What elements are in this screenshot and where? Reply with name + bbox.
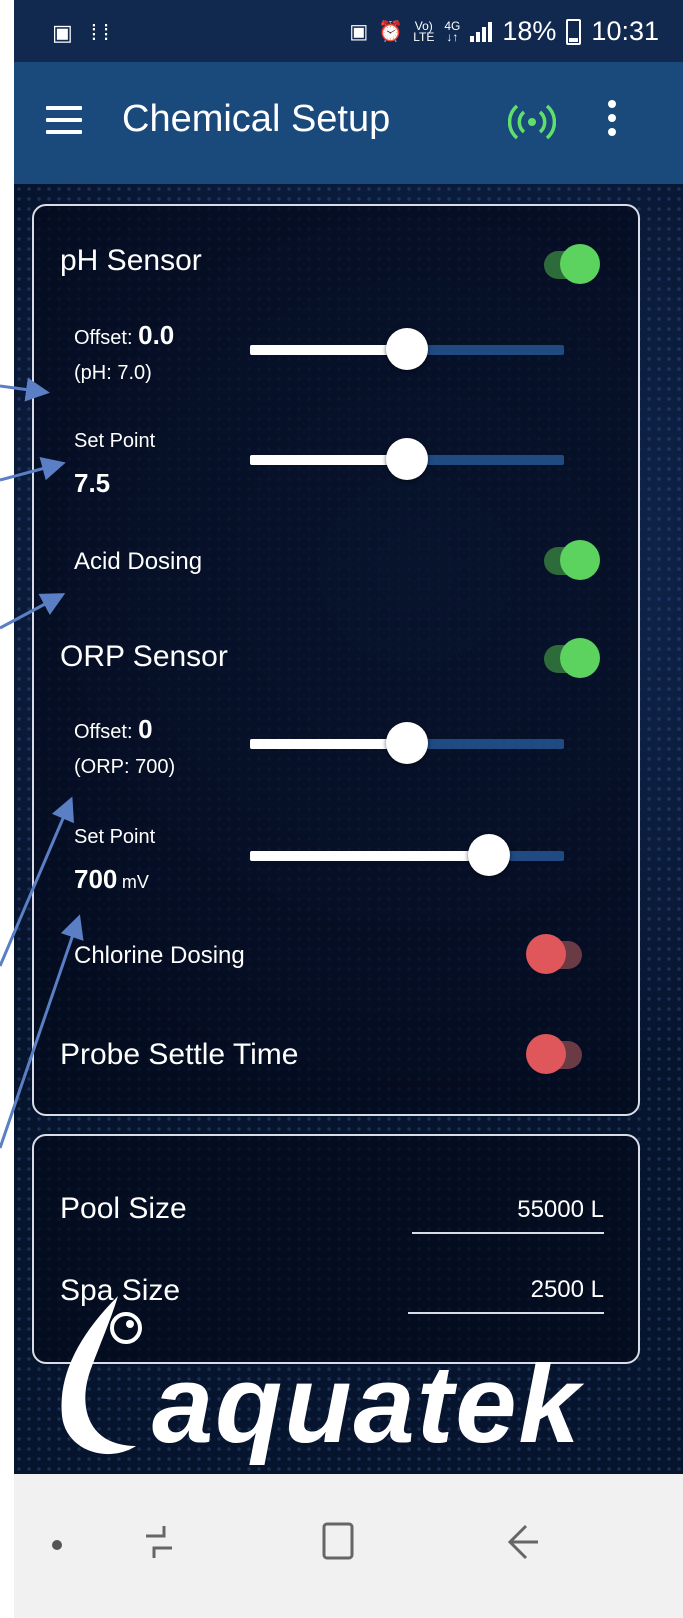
- orp-setpoint-value-group: 700 mV: [74, 864, 149, 895]
- orp-offset-sub: (ORP: 700): [74, 756, 176, 778]
- signal-icon: [470, 21, 493, 42]
- back-icon[interactable]: [502, 1522, 542, 1562]
- ph-offset-slider[interactable]: [250, 328, 564, 372]
- slider-thumb[interactable]: [386, 328, 428, 370]
- ph-sensor-toggle[interactable]: [540, 244, 600, 286]
- orp-setpoint-label: Set Point: [74, 826, 156, 848]
- network-indicator: 4G ↓↑: [444, 18, 461, 44]
- content-area: pH Sensor Offset: 0.0 (pH: 7.0) Set Poin…: [14, 184, 683, 1474]
- system-nav-bar: [14, 1474, 683, 1618]
- pool-size-label: Pool Size: [60, 1192, 187, 1225]
- menu-icon[interactable]: [46, 106, 82, 134]
- acid-dosing-label: Acid Dosing: [74, 548, 203, 575]
- logo-text: aquatek: [152, 1343, 582, 1466]
- chlorine-dosing-toggle[interactable]: [526, 934, 586, 976]
- logo-drop-icon: [61, 1296, 142, 1455]
- phone-screen: ▣ ⁞⁞ ▣ ⏰ Vo) LTE 4G ↓↑ 18% 10:31 Chemical …: [14, 0, 683, 1618]
- volte-indicator: Vo) LTE: [413, 18, 435, 44]
- orp-setpoint-value: 700: [74, 864, 118, 894]
- sensor-settings-card: pH Sensor Offset: 0.0 (pH: 7.0) Set Poin…: [32, 204, 640, 1116]
- orp-offset-value: 0: [138, 714, 153, 744]
- orp-setpoint-unit: mV: [121, 872, 149, 892]
- more-vert-icon[interactable]: [606, 100, 618, 144]
- aquatek-logo: aquatek: [48, 1296, 628, 1466]
- spa-size-input[interactable]: 2500 L: [408, 1276, 604, 1314]
- home-icon[interactable]: [320, 1520, 356, 1562]
- orp-offset-label: Offset: 0: [74, 714, 153, 744]
- probe-settle-toggle[interactable]: [526, 1034, 586, 1076]
- ph-sensor-title: pH Sensor: [60, 244, 202, 277]
- ph-offset-label: Offset: 0.0: [74, 320, 175, 350]
- slider-thumb[interactable]: [468, 834, 510, 876]
- slider-thumb[interactable]: [386, 438, 428, 480]
- recents-icon[interactable]: [142, 1522, 176, 1562]
- ph-offset-value: 0.0: [138, 320, 175, 350]
- battery-percent: 18%: [502, 16, 557, 46]
- orp-offset-slider[interactable]: [250, 722, 564, 766]
- alarm-icon: ⏰: [378, 21, 404, 43]
- ph-setpoint-value: 7.5: [74, 468, 111, 498]
- orp-sensor-title: ORP Sensor: [60, 640, 228, 673]
- ph-offset-sub: (pH: 7.0): [74, 362, 152, 384]
- app-bar: Chemical Setup: [14, 62, 683, 184]
- ph-setpoint-label: Set Point: [74, 430, 156, 452]
- probe-settle-label: Probe Settle Time: [60, 1038, 299, 1071]
- nav-dot-icon: [52, 1540, 62, 1550]
- slider-thumb[interactable]: [386, 722, 428, 764]
- clock: 10:31: [591, 16, 659, 46]
- ph-setpoint-slider[interactable]: [250, 438, 564, 482]
- connection-icon[interactable]: [508, 100, 556, 144]
- status-right: ▣ ⏰ Vo) LTE 4G ↓↑ 18% 10:31: [349, 16, 659, 47]
- page-title: Chemical Setup: [122, 98, 391, 140]
- pool-size-input[interactable]: 55000 L: [412, 1196, 604, 1234]
- battery-icon: [566, 18, 582, 45]
- chlorine-dosing-label: Chlorine Dosing: [74, 942, 245, 969]
- status-bar: ▣ ⁞⁞ ▣ ⏰ Vo) LTE 4G ↓↑ 18% 10:31: [14, 0, 683, 62]
- orp-setpoint-slider[interactable]: [250, 834, 564, 878]
- battery-saver-icon: ▣: [349, 21, 369, 43]
- acid-dosing-toggle[interactable]: [540, 540, 600, 582]
- orp-sensor-toggle[interactable]: [540, 638, 600, 680]
- notification-icons: ▣ ⁞⁞: [52, 20, 116, 45]
